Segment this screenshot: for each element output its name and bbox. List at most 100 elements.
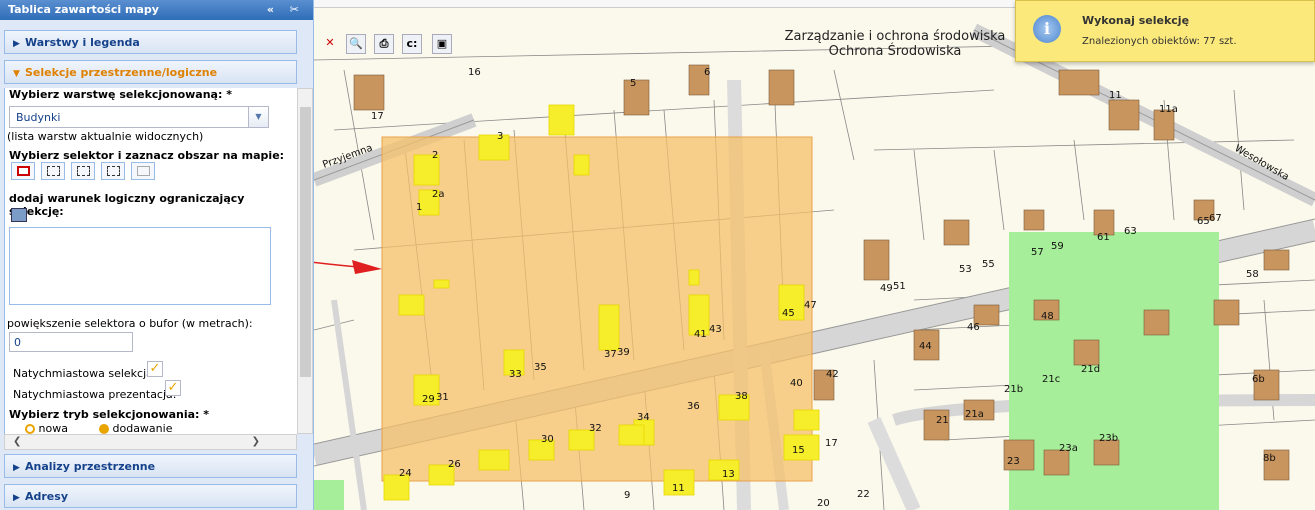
svg-text:44: 44 xyxy=(919,341,932,352)
svg-text:37: 37 xyxy=(604,349,617,360)
horizontal-scrollbar[interactable]: ❮ ❯ xyxy=(4,434,297,450)
instant-selection-checkbox[interactable]: ✓ xyxy=(147,361,163,377)
svg-text:58: 58 xyxy=(1246,269,1259,280)
svg-text:17: 17 xyxy=(825,438,838,449)
svg-text:46: 46 xyxy=(967,322,980,333)
svg-text:9: 9 xyxy=(624,490,630,501)
instant-presentation-label: Natychmiastowa prezentacja: xyxy=(13,388,177,401)
svg-text:63: 63 xyxy=(1124,226,1137,237)
notification-toast: i Wykonaj selekcję Znalezionych obiektów… xyxy=(1015,0,1315,62)
panel-title-text: Tablica zawartości mapy xyxy=(8,3,159,16)
section-selection-label: Selekcje przestrzenne/logiczne xyxy=(25,66,218,79)
map-canvas[interactable]: 1656 1111a17 322a 165 67 616357 5953 55 49… xyxy=(314,0,1315,510)
scroll-right-icon[interactable]: ❯ xyxy=(252,436,260,447)
svg-text:6b: 6b xyxy=(1252,374,1265,385)
svg-text:21c: 21c xyxy=(1042,374,1060,385)
vertical-scrollbar[interactable] xyxy=(297,88,313,434)
layer-hint: (lista warstw aktualnie widocznych) xyxy=(7,130,204,143)
svg-text:3: 3 xyxy=(497,131,503,142)
point-selector-button[interactable] xyxy=(101,162,125,180)
svg-text:11: 11 xyxy=(672,483,685,494)
svg-text:21b: 21b xyxy=(1004,384,1023,395)
svg-text:31: 31 xyxy=(436,392,449,403)
svg-text:23a: 23a xyxy=(1059,443,1078,454)
svg-text:11: 11 xyxy=(1109,90,1122,101)
radio-icon xyxy=(99,424,109,434)
svg-text:39: 39 xyxy=(617,347,630,358)
scrollbar-thumb[interactable] xyxy=(300,107,311,377)
circle-selector-button[interactable] xyxy=(71,162,95,180)
app-window: 16 5 6 11 11a 17 3 2 2a 1 65 67 61 63 57 59 53 55 49… xyxy=(0,0,1315,510)
svg-text:5: 5 xyxy=(630,78,636,89)
svg-text:20: 20 xyxy=(817,498,830,509)
svg-text:32: 32 xyxy=(589,423,602,434)
svg-text:61: 61 xyxy=(1097,232,1110,243)
layer-combo-value: Budynki xyxy=(16,111,61,124)
svg-text:65: 65 xyxy=(1197,216,1210,227)
svg-text:6: 6 xyxy=(704,67,710,78)
chevron-down-icon[interactable]: ▼ xyxy=(248,107,268,127)
section-layers-label: Warstwy i legenda xyxy=(25,36,140,49)
svg-text:43: 43 xyxy=(709,324,722,335)
green-area-small xyxy=(314,480,344,510)
instant-presentation-checkbox[interactable]: ✓ xyxy=(165,380,181,396)
mode-add-label: dodawanie xyxy=(112,422,173,434)
svg-text:8b: 8b xyxy=(1263,453,1276,464)
image-icon[interactable]: ▣ xyxy=(432,34,452,54)
layer-label: Wybierz warstwę selekcjonowaną: * xyxy=(9,88,232,101)
svg-text:35: 35 xyxy=(534,362,547,373)
mode-new-radio[interactable]: nowa xyxy=(25,422,68,434)
svg-text:24: 24 xyxy=(399,468,412,479)
svg-text:45: 45 xyxy=(782,308,795,319)
svg-text:51: 51 xyxy=(893,281,906,292)
selection-form: Wybierz warstwę selekcjonowaną: * Budynk… xyxy=(4,88,297,434)
svg-text:55: 55 xyxy=(982,259,995,270)
layer-combo[interactable]: Budynki ▼ xyxy=(9,106,269,128)
section-analysis[interactable]: ▶ Analizy przestrzenne xyxy=(4,454,297,478)
polygon-selector-button[interactable] xyxy=(41,162,65,180)
radio-icon xyxy=(25,424,35,434)
svg-text:59: 59 xyxy=(1051,241,1064,252)
panel-title: Tablica zawartości mapy « ✂ xyxy=(0,0,313,20)
mode-new-label: nowa xyxy=(38,422,68,434)
section-addresses[interactable]: ▶ Adresy xyxy=(4,484,297,508)
svg-text:2: 2 xyxy=(432,150,438,161)
condition-editor-icon[interactable] xyxy=(11,208,27,222)
rectangle-selector-button[interactable] xyxy=(11,162,35,180)
panel-tools-icon[interactable]: « ✂ xyxy=(267,3,305,16)
map-title: Zarządzanie i ochrona środowiska Ochrona… xyxy=(770,29,1020,59)
chevron-right-icon: ▶ xyxy=(13,493,20,503)
section-layers[interactable]: ▶ Warstwy i legenda xyxy=(4,30,297,54)
svg-text:42: 42 xyxy=(826,369,839,380)
clear-selector-button[interactable] xyxy=(131,162,155,180)
svg-text:15: 15 xyxy=(792,445,805,456)
svg-text:22: 22 xyxy=(857,489,870,500)
svg-text:21d: 21d xyxy=(1081,364,1100,375)
map-view[interactable]: 16 5 6 11 11a 17 3 2 2a 1 65 67 61 63 57 59 53 55 49… xyxy=(314,0,1315,510)
svg-text:11a: 11a xyxy=(1159,104,1178,115)
info-icon: i xyxy=(1033,15,1061,43)
condition-label: dodaj warunek logiczny ograniczający sel… xyxy=(9,192,245,218)
svg-text:34: 34 xyxy=(637,412,650,423)
map-contents-panel: Tablica zawartości mapy « ✂ ▶ Warstwy i l… xyxy=(0,0,314,510)
buffer-input[interactable]: 0 xyxy=(9,332,133,352)
selector-label: Wybierz selektor i zaznacz obszar na map… xyxy=(9,149,285,162)
svg-text:47: 47 xyxy=(804,300,817,311)
svg-text:1: 1 xyxy=(416,202,422,213)
map-title-line1: Zarządzanie i ochrona środowiska xyxy=(784,29,1006,44)
section-analysis-label: Analizy przestrzenne xyxy=(25,460,156,473)
chevron-right-icon: ▶ xyxy=(13,463,20,473)
condition-textarea[interactable] xyxy=(9,227,271,305)
svg-text:57: 57 xyxy=(1031,247,1044,258)
toast-message: Znalezionych obiektów: 77 szt. xyxy=(1082,36,1237,47)
svg-text:40: 40 xyxy=(790,378,803,389)
scroll-left-icon[interactable]: ❮ xyxy=(13,436,21,447)
section-selection[interactable]: ▼ Selekcje przestrzenne/logiczne xyxy=(4,60,297,84)
svg-text:2a: 2a xyxy=(432,189,445,200)
svg-text:21: 21 xyxy=(936,415,949,426)
mode-add-radio[interactable]: dodawanie xyxy=(99,422,172,434)
svg-text:38: 38 xyxy=(735,391,748,402)
cursor-icon[interactable]: c: xyxy=(402,34,422,54)
svg-text:30: 30 xyxy=(541,434,554,445)
green-area xyxy=(1009,232,1219,510)
